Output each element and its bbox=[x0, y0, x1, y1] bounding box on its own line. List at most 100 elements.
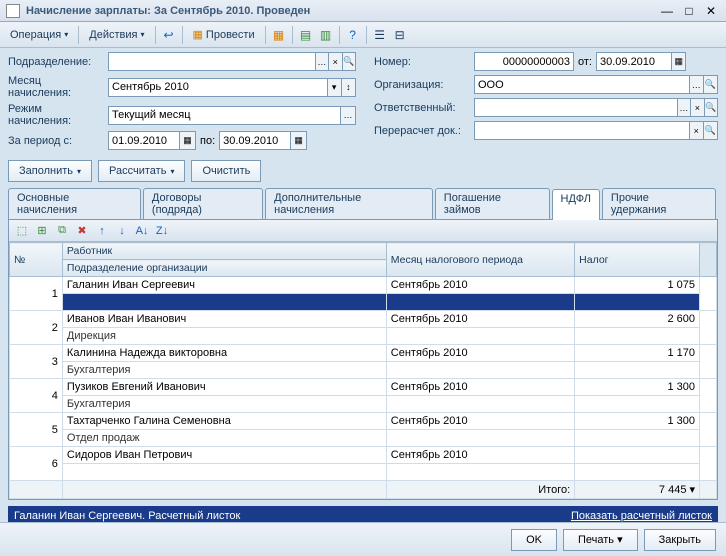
insert-row-icon[interactable]: ⊞ bbox=[33, 222, 51, 240]
payslip-link[interactable]: Показать расчетный листок bbox=[571, 510, 712, 522]
mode-input[interactable] bbox=[109, 109, 340, 121]
data-grid[interactable]: № Работник Месяц налогового периода Нало… bbox=[9, 242, 717, 499]
period-label: За период с: bbox=[8, 135, 104, 147]
actions-menu[interactable]: Действия bbox=[83, 25, 150, 45]
operation-menu[interactable]: Операция bbox=[4, 25, 74, 45]
total-label: Итого: bbox=[386, 481, 574, 499]
search-icon[interactable]: 🔍 bbox=[703, 76, 717, 93]
table-row-sub[interactable] bbox=[10, 294, 717, 311]
table-row[interactable]: 3Калинина Надежда викторовнаСентябрь 201… bbox=[10, 345, 717, 362]
clear-icon[interactable]: × bbox=[690, 99, 703, 116]
col-period[interactable]: Месяц налогового периода bbox=[386, 243, 574, 277]
clear-icon[interactable]: × bbox=[689, 122, 703, 139]
grid-toolbar: ⬚ ⊞ ⧉ ✖ ↑ ↓ A↓ Z↓ bbox=[9, 220, 717, 242]
scrollbar-header bbox=[700, 243, 717, 277]
dropdown-icon[interactable]: ▾ bbox=[327, 79, 341, 96]
mode-label: Режим начисления: bbox=[8, 103, 104, 127]
movement-icon[interactable]: ▤ bbox=[297, 26, 315, 44]
resp-input[interactable] bbox=[475, 102, 677, 114]
calendar-icon[interactable]: ▦ bbox=[671, 53, 685, 70]
add-row-icon[interactable]: ⬚ bbox=[13, 222, 31, 240]
tab-additional[interactable]: Дополнительные начисления bbox=[265, 188, 433, 219]
mode-field[interactable]: … bbox=[108, 106, 356, 125]
sort-asc-icon[interactable]: A↓ bbox=[133, 222, 151, 240]
table-row-sub[interactable]: Бухгалтерия bbox=[10, 396, 717, 413]
col-worker[interactable]: Работник bbox=[62, 243, 386, 260]
move-down-icon[interactable]: ↓ bbox=[113, 222, 131, 240]
recalc-field[interactable]: × 🔍 bbox=[474, 121, 718, 140]
table-row[interactable]: 5Тахтарченко Галина СеменовнаСентябрь 20… bbox=[10, 413, 717, 430]
table-row-sub[interactable]: Отдел продаж bbox=[10, 430, 717, 447]
tab-strip: Основные начисления Договоры (подряда) Д… bbox=[8, 188, 718, 220]
table-row[interactable]: 4Пузиков Евгений ИвановичСентябрь 20101 … bbox=[10, 379, 717, 396]
subdivision-field[interactable]: … × 🔍 bbox=[108, 52, 356, 71]
clear-icon[interactable]: × bbox=[328, 53, 341, 70]
table-row[interactable]: 2Иванов Иван ИвановичСентябрь 20102 600 bbox=[10, 311, 717, 328]
period-to-input[interactable] bbox=[220, 135, 290, 147]
col-subdivision[interactable]: Подразделение организации bbox=[62, 260, 386, 277]
period-from-input[interactable] bbox=[109, 135, 179, 147]
ellipsis-icon[interactable]: … bbox=[315, 53, 328, 70]
tree-icon[interactable]: ⊟ bbox=[391, 26, 409, 44]
delete-row-icon[interactable]: ✖ bbox=[73, 222, 91, 240]
org-input[interactable] bbox=[475, 79, 689, 91]
list-icon[interactable]: ☰ bbox=[371, 26, 389, 44]
tab-main[interactable]: Основные начисления bbox=[8, 188, 141, 219]
tab-loans[interactable]: Погашение займов bbox=[435, 188, 550, 219]
report-icon[interactable]: ▦ bbox=[270, 26, 288, 44]
close-form-button[interactable]: Закрыть bbox=[644, 529, 716, 551]
export-icon[interactable]: ▥ bbox=[317, 26, 335, 44]
table-row-sub[interactable]: Бухгалтерия bbox=[10, 362, 717, 379]
ellipsis-icon[interactable]: … bbox=[689, 76, 703, 93]
spinner-icon[interactable]: ↕ bbox=[341, 79, 355, 96]
date-input[interactable] bbox=[597, 56, 671, 68]
number-input[interactable] bbox=[475, 56, 573, 68]
period-to-field[interactable]: ▦ bbox=[219, 131, 307, 150]
search-icon[interactable]: 🔍 bbox=[342, 53, 355, 70]
calendar-icon[interactable]: ▦ bbox=[290, 132, 306, 149]
number-field[interactable] bbox=[474, 52, 574, 71]
ellipsis-icon[interactable]: … bbox=[340, 107, 355, 124]
sort-desc-icon[interactable]: Z↓ bbox=[153, 222, 171, 240]
app-icon bbox=[6, 4, 20, 18]
search-icon[interactable]: 🔍 bbox=[703, 122, 717, 139]
copy-row-icon[interactable]: ⧉ bbox=[53, 222, 71, 240]
col-no[interactable]: № bbox=[10, 243, 63, 277]
month-field[interactable]: ▾ ↕ bbox=[108, 78, 356, 97]
org-field[interactable]: … 🔍 bbox=[474, 75, 718, 94]
tab-contracts[interactable]: Договоры (подряда) bbox=[143, 188, 263, 219]
post-button[interactable]: ▦Провести bbox=[187, 25, 261, 45]
help-icon[interactable]: ? bbox=[344, 26, 362, 44]
date-label: от: bbox=[578, 56, 592, 68]
table-row[interactable]: 6Сидоров Иван ПетровичСентябрь 2010 bbox=[10, 447, 717, 464]
resp-field[interactable]: … × 🔍 bbox=[474, 98, 718, 117]
recalc-input[interactable] bbox=[475, 125, 689, 137]
period-from-field[interactable]: ▦ bbox=[108, 131, 196, 150]
col-tax[interactable]: Налог bbox=[575, 243, 700, 277]
number-label: Номер: bbox=[374, 56, 470, 68]
maximize-button[interactable]: □ bbox=[680, 4, 698, 18]
ok-button[interactable]: OK bbox=[511, 529, 557, 551]
table-row-sub[interactable] bbox=[10, 464, 717, 481]
print-button[interactable]: Печать ▾ bbox=[563, 529, 638, 551]
month-input[interactable] bbox=[109, 81, 327, 93]
recalc-label: Перерасчет док.: bbox=[374, 125, 470, 137]
clear-button[interactable]: Очистить bbox=[191, 160, 261, 182]
title-bar: Начисление зарплаты: За Сентябрь 2010. П… bbox=[0, 0, 726, 22]
table-row-sub[interactable]: Дирекция bbox=[10, 328, 717, 345]
period-to-label: по: bbox=[200, 135, 215, 147]
close-button[interactable]: ✕ bbox=[702, 4, 720, 18]
table-row[interactable]: 1Галанин Иван СергеевичСентябрь 20101 07… bbox=[10, 277, 717, 294]
calc-button[interactable]: Рассчитать bbox=[98, 160, 185, 182]
tab-ndfl[interactable]: НДФЛ bbox=[552, 189, 600, 220]
minimize-button[interactable]: — bbox=[658, 4, 676, 18]
subdivision-input[interactable] bbox=[109, 56, 315, 68]
tab-other[interactable]: Прочие удержания bbox=[602, 188, 716, 219]
ellipsis-icon[interactable]: … bbox=[677, 99, 690, 116]
back-icon[interactable]: ↩ bbox=[160, 26, 178, 44]
search-icon[interactable]: 🔍 bbox=[704, 99, 717, 116]
calendar-icon[interactable]: ▦ bbox=[179, 132, 195, 149]
date-field[interactable]: ▦ bbox=[596, 52, 686, 71]
fill-button[interactable]: Заполнить bbox=[8, 160, 92, 182]
move-up-icon[interactable]: ↑ bbox=[93, 222, 111, 240]
